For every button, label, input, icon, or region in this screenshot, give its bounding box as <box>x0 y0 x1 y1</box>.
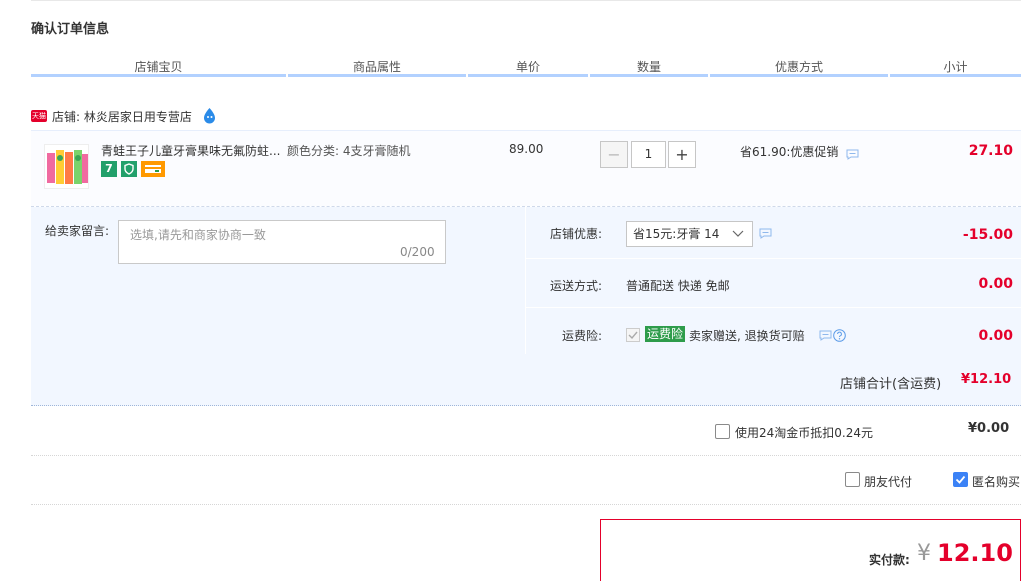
comment-icon[interactable] <box>819 330 832 341</box>
item-subtotal: 27.10 <box>968 143 1013 159</box>
seller-message-placeholder: 选填,请先和商家协商一致 <box>130 228 266 242</box>
shipping-amount: 0.00 <box>978 276 1013 292</box>
header-separator <box>286 74 288 77</box>
col-header-subtotal: 小计 <box>943 60 968 74</box>
chevron-down-icon <box>732 230 744 237</box>
toothpaste-product-icon <box>47 150 88 184</box>
shipping-method-value: 普通配送 快递 免邮 <box>626 279 730 293</box>
credit-card-icon[interactable] <box>141 161 165 177</box>
product-thumbnail[interactable] <box>44 144 89 189</box>
check-icon <box>628 331 638 340</box>
shop-coupon-label: 店铺优惠: <box>550 227 603 241</box>
help-question-icon[interactable] <box>833 329 846 342</box>
unit-price: 89.00 <box>509 142 544 156</box>
guarantee-shield-icon[interactable] <box>121 161 137 177</box>
comment-icon[interactable] <box>759 228 772 239</box>
shop-name-link[interactable]: 店铺: 林炎居家日用专营店 <box>52 108 192 125</box>
tmall-badge-icon: 天猫 <box>31 110 47 122</box>
taobao-coins-checkbox[interactable] <box>715 424 730 439</box>
col-header-attributes: 商品属性 <box>352 60 401 74</box>
taobao-coins-label[interactable]: 使用24淘金币抵扣0.24元 <box>735 424 873 441</box>
header-separator <box>888 74 890 77</box>
friend-pay-label[interactable]: 朋友代付 <box>864 473 912 490</box>
option-divider <box>526 307 1021 308</box>
header-separator <box>588 74 590 77</box>
header-separator <box>466 74 468 77</box>
header-separator <box>708 74 710 77</box>
coupon-amount: -15.00 <box>962 227 1013 243</box>
payment-currency: ¥ <box>917 541 931 566</box>
shipping-insurance-text: 卖家赠送, 退换货可赔 <box>689 329 805 343</box>
payment-label: 实付款: <box>869 553 910 567</box>
row-divider <box>31 455 1021 456</box>
shipping-insurance-label: 运费险: <box>562 329 603 343</box>
shield-icon <box>124 163 134 175</box>
col-header-item: 店铺宝贝 <box>134 60 183 74</box>
quantity-decrease-button[interactable]: − <box>600 141 628 168</box>
product-sku: 颜色分类: 4支牙膏随机 <box>287 144 411 158</box>
seven-day-return-icon[interactable]: 7 <box>101 161 117 177</box>
payment-total: 12.10 <box>937 539 1013 567</box>
page-title: 确认订单信息 <box>31 22 110 37</box>
column-header-bar <box>31 74 1021 77</box>
insurance-amount: 0.00 <box>978 328 1013 344</box>
wangwang-chat-icon[interactable] <box>201 107 218 124</box>
quantity-increase-button[interactable]: + <box>668 141 696 168</box>
promotion-text: 省61.90:优惠促销 <box>740 145 839 159</box>
panel-divider <box>525 207 526 354</box>
option-divider <box>526 258 1021 259</box>
card-icon <box>145 165 161 173</box>
seller-message-label: 给卖家留言: <box>45 224 110 238</box>
comment-icon[interactable] <box>846 149 859 160</box>
shipping-insurance-checkbox[interactable] <box>626 328 640 342</box>
check-icon <box>955 475 966 484</box>
seller-message-counter: 0/200 <box>400 245 435 259</box>
friend-pay-checkbox[interactable] <box>845 472 860 487</box>
col-header-quantity: 数量 <box>636 60 661 74</box>
shop-total-value: ¥12.10 <box>961 372 1012 387</box>
col-header-discount: 优惠方式 <box>774 60 823 74</box>
col-header-price: 单价 <box>515 60 540 74</box>
top-divider <box>31 0 1021 1</box>
shipping-insurance-tag: 运费险 <box>645 326 686 342</box>
taobao-coins-value: ¥0.00 <box>968 421 1010 436</box>
row-divider <box>31 504 1021 505</box>
anonymous-purchase-label[interactable]: 匿名购买 <box>972 473 1020 490</box>
shop-total-label: 店铺合计(含运费) <box>840 377 942 392</box>
product-title-link[interactable]: 青蛙王子儿童牙膏果味无氟防蛀... <box>101 142 286 159</box>
anonymous-purchase-checkbox[interactable] <box>953 472 968 487</box>
shipping-method-label: 运送方式: <box>550 279 603 293</box>
quantity-input[interactable]: 1 <box>631 141 666 168</box>
